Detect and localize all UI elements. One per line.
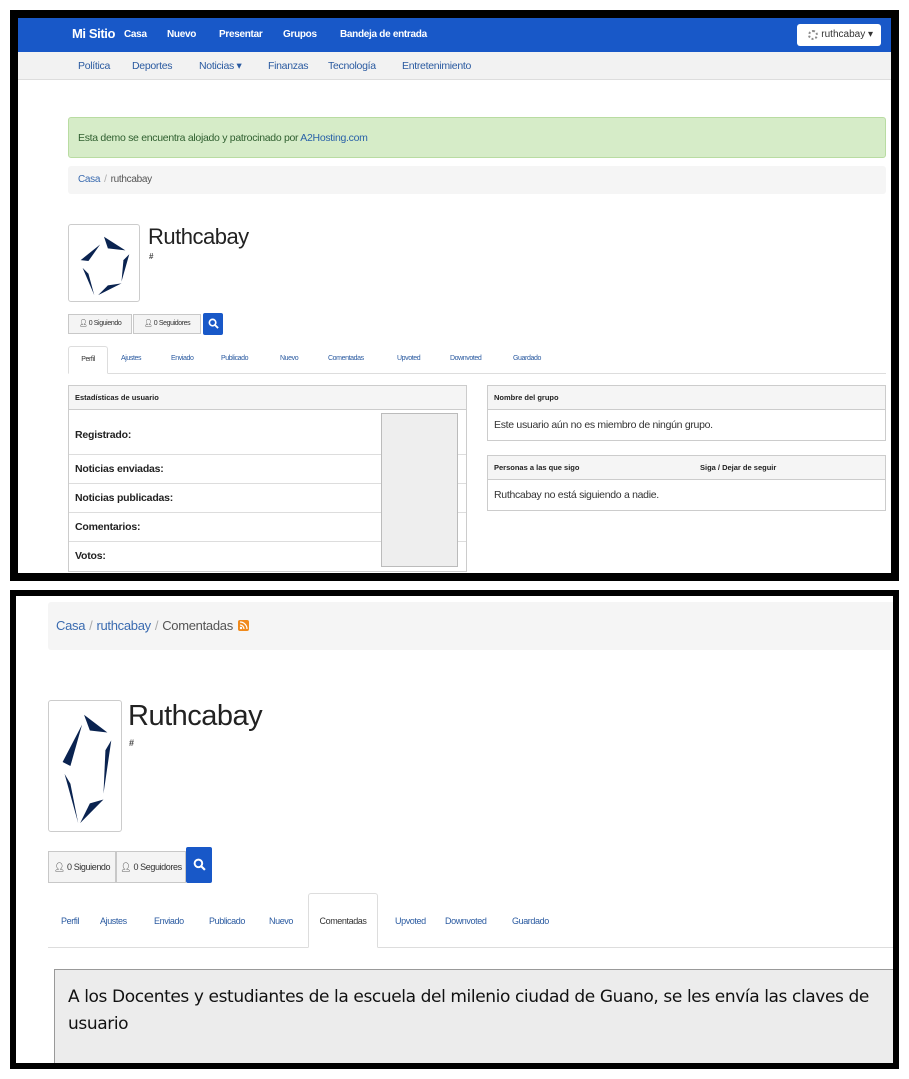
nav-grupos[interactable]: Grupos <box>283 29 317 40</box>
profile-screenshot: Mi Sitio Casa Nuevo Presentar Grupos Ban… <box>10 10 899 581</box>
search-icon <box>208 318 219 329</box>
tab-publicado[interactable]: Publicado <box>209 916 245 926</box>
star-logo-icon <box>62 714 112 824</box>
spinner-icon <box>808 30 818 40</box>
breadcrumb: Casa / ruthcabay <box>68 166 886 194</box>
following-empty-text: Ruthcabay no está siguiendo a nadie. <box>494 489 659 501</box>
following-button[interactable]: 👤︎ 0 Siguiendo <box>48 851 116 883</box>
following-header: Personas a las que sigo Siga / Dejar de … <box>488 456 885 480</box>
subnav-noticias[interactable]: Noticias ▾ <box>199 60 242 72</box>
top-navbar: Mi Sitio Casa Nuevo Presentar Grupos Ban… <box>18 18 891 52</box>
tab-publicado[interactable]: Publicado <box>221 355 249 362</box>
subnav-deportes[interactable]: Deportes <box>132 60 173 72</box>
rss-icon[interactable] <box>238 620 250 631</box>
tab-guardado[interactable]: Guardado <box>512 916 549 926</box>
user-menu-button[interactable]: ruthcabay ▾ <box>797 24 881 46</box>
following-header-left: Personas a las que sigo <box>494 463 580 472</box>
brand-logo[interactable]: Mi Sitio <box>72 26 115 41</box>
breadcrumb-separator: / <box>89 618 93 633</box>
nav-casa[interactable]: Casa <box>124 29 147 40</box>
profile-hash: # <box>129 738 135 748</box>
breadcrumb-casa[interactable]: Casa <box>78 174 100 185</box>
user-icon: 👤︎ <box>120 862 132 872</box>
sponsor-alert: Esta demo se encuentra alojado y patroci… <box>68 117 886 158</box>
following-label: 0 Siguiendo <box>88 320 122 327</box>
nav-nuevo[interactable]: Nuevo <box>167 29 196 40</box>
followers-button[interactable]: 👤︎ 0 Seguidores <box>116 851 186 883</box>
profile-username: Ruthcabay <box>128 700 263 732</box>
tab-enviado[interactable]: Enviado <box>171 355 194 362</box>
profile-username: Ruthcabay <box>148 224 249 249</box>
profile-hash: # <box>149 252 154 261</box>
tab-nuevo[interactable]: Nuevo <box>269 916 293 926</box>
breadcrumb-ruthcabay[interactable]: ruthcabay <box>96 618 151 633</box>
tabs-divider <box>68 373 886 374</box>
alert-text: Esta demo se encuentra alojado y patroci… <box>78 132 301 144</box>
breadcrumb-current: Comentadas <box>162 618 233 633</box>
star-logo-icon <box>80 236 130 296</box>
tab-perfil[interactable]: Perfil <box>61 916 80 926</box>
groups-empty-text: Este usuario aún no es miembro de ningún… <box>494 419 713 431</box>
tab-guardado[interactable]: Guardado <box>513 355 541 362</box>
followers-label: 0 Seguidores <box>153 320 191 327</box>
subnav-politica[interactable]: Política <box>78 60 110 72</box>
tab-comentadas[interactable]: Comentadas <box>308 893 378 948</box>
search-button[interactable] <box>203 313 223 335</box>
stats-image-placeholder <box>381 413 458 567</box>
stats-header: Estadísticas de usuario <box>69 386 466 410</box>
followers-label: 0 Seguidores <box>133 862 182 872</box>
following-button[interactable]: 👤︎ 0 Siguiendo <box>68 314 132 334</box>
search-icon <box>193 858 206 871</box>
tab-comentadas[interactable]: Comentadas <box>328 355 364 362</box>
tab-downvoted[interactable]: Downvoted <box>450 355 482 362</box>
avatar <box>68 224 140 302</box>
user-stats-panel: Estadísticas de usuario Registrado: Noti… <box>68 385 467 572</box>
following-panel: Personas a las que sigo Siga / Dejar de … <box>487 455 886 511</box>
category-subnav: Política Deportes Noticias ▾ Finanzas Te… <box>18 52 891 80</box>
breadcrumb-current: ruthcabay <box>110 174 153 185</box>
tab-enviado[interactable]: Enviado <box>154 916 184 926</box>
tab-downvoted[interactable]: Downvoted <box>445 916 487 926</box>
nav-presentar[interactable]: Presentar <box>219 29 263 40</box>
groups-header: Nombre del grupo <box>488 386 885 410</box>
nav-bandeja[interactable]: Bandeja de entrada <box>340 29 427 40</box>
breadcrumb-separator: / <box>104 174 107 185</box>
groups-panel: Nombre del grupo Este usuario aún no es … <box>487 385 886 441</box>
followers-button[interactable]: 👤︎ 0 Seguidores <box>133 314 201 334</box>
tab-nuevo[interactable]: Nuevo <box>280 355 299 362</box>
following-label: 0 Siguiendo <box>67 862 111 872</box>
subnav-tecnologia[interactable]: Tecnología <box>328 60 376 72</box>
comment-text: A los Docentes y estudiantes de la escue… <box>68 987 869 1034</box>
breadcrumb: Casa / ruthcabay / Comentadas <box>48 602 893 650</box>
tab-ajustes[interactable]: Ajustes <box>121 355 142 362</box>
subnav-finanzas[interactable]: Finanzas <box>268 60 309 72</box>
user-icon: 👤︎ <box>78 320 88 327</box>
tabs-divider <box>48 947 893 948</box>
tab-ajustes[interactable]: Ajustes <box>100 916 127 926</box>
alert-link[interactable]: A2Hosting.com <box>300 132 368 144</box>
comment-box: A los Docentes y estudiantes de la escue… <box>54 969 893 1063</box>
comments-screenshot: Casa / ruthcabay / Comentadas Ruthcabay # 👤︎… <box>10 590 899 1069</box>
user-icon: 👤︎ <box>143 320 153 327</box>
tab-perfil[interactable]: Perfil <box>68 346 108 374</box>
tab-upvoted[interactable]: Upvoted <box>395 916 426 926</box>
breadcrumb-casa[interactable]: Casa <box>56 618 85 633</box>
user-menu-label: ruthcabay ▾ <box>821 29 873 40</box>
breadcrumb-separator: / <box>154 618 159 633</box>
avatar <box>48 700 122 832</box>
search-button[interactable] <box>186 847 212 883</box>
following-header-right: Siga / Dejar de seguir <box>700 463 777 472</box>
tab-upvoted[interactable]: Upvoted <box>397 355 421 362</box>
user-icon: 👤︎ <box>53 862 65 872</box>
subnav-entretenimiento[interactable]: Entretenimiento <box>402 60 471 72</box>
